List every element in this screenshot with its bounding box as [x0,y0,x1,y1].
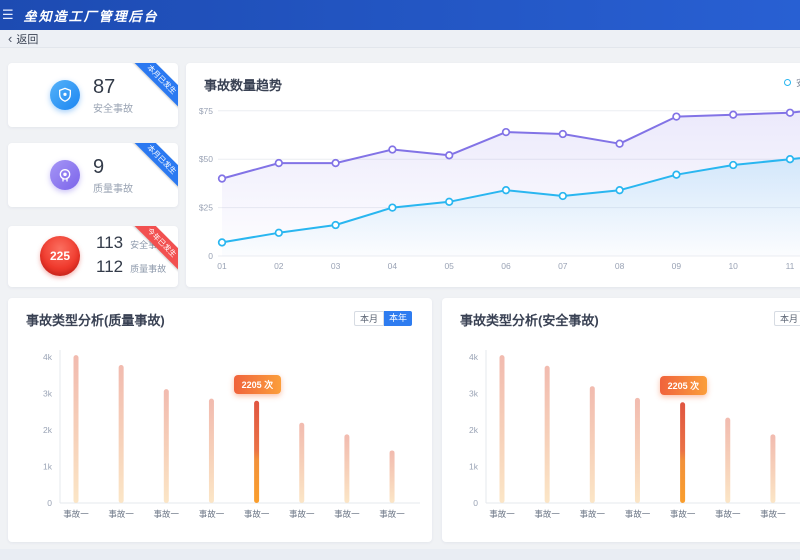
bar-tooltip: 2205 次 [660,376,708,395]
svg-text:07: 07 [558,261,568,271]
svg-text:1k: 1k [469,462,479,472]
svg-text:1k: 1k [43,462,53,472]
svg-text:4k: 4k [43,352,53,362]
svg-text:事故一: 事故一 [244,509,270,519]
safety-bar-chart[interactable]: 01k2k3k4k事故一事故一事故一事故一事故一事故一事故一事故一 [442,298,800,542]
svg-text:事故一: 事故一 [489,509,515,519]
app-header: ☰ 垒知造工厂管理后台 [0,0,800,30]
svg-text:0: 0 [473,498,478,508]
footer-strip [0,549,800,560]
svg-text:事故一: 事故一 [534,509,560,519]
year-quality-label: 质量事故 [130,262,166,275]
ribbon-holder: 本月已发生 [126,143,178,195]
ribbon-badge: 本月已发生 [132,63,178,109]
ribbon-holder: 本月已发生 [126,63,178,115]
trend-panel: 事故数量趋势 安全事故 质量事故 0$25$50$750102030405060… [186,63,800,287]
svg-text:01: 01 [217,261,227,271]
svg-text:事故一: 事故一 [670,509,696,519]
chevron-left-icon: ‹ [8,32,12,45]
total-badge: 225 [40,236,80,276]
trend-line-chart[interactable]: 0$25$50$75010203040506070809101112 [186,63,800,287]
stat-card-safety-month: 87 安全事故 本月已发生 [8,63,178,127]
app-title: 垒知造工厂管理后台 [24,6,159,25]
svg-text:03: 03 [331,261,341,271]
svg-text:事故一: 事故一 [580,509,606,519]
svg-text:2k: 2k [43,425,53,435]
svg-text:2k: 2k [469,425,479,435]
safety-month-value: 87 [93,76,133,98]
svg-text:0: 0 [208,251,213,261]
svg-text:事故一: 事故一 [154,509,180,519]
svg-text:事故一: 事故一 [625,509,651,519]
svg-text:08: 08 [615,261,625,271]
svg-text:事故一: 事故一 [108,509,134,519]
back-button[interactable]: ‹ 返回 [8,31,38,47]
back-label: 返回 [16,31,38,47]
svg-text:事故一: 事故一 [760,509,786,519]
svg-text:0: 0 [47,498,52,508]
year-safety-row: 113 安全事故 [96,233,166,257]
year-safety-value: 113 [96,233,123,253]
medal-icon [50,160,80,190]
svg-text:06: 06 [501,261,511,271]
type-panel-quality: 事故类型分析(质量事故) 本月 本年 01k2k3k4k事故一事故一事故一事故一… [8,298,432,542]
ribbon-badge: 本月已发生 [132,143,178,189]
year-quality-row: 112 质量事故 [96,257,166,281]
safety-month-label: 安全事故 [93,100,133,115]
svg-text:05: 05 [444,261,454,271]
svg-text:3k: 3k [43,389,53,399]
svg-text:$75: $75 [199,106,213,116]
quality-month-value: 9 [93,156,133,178]
dashboard-page: ☰ 垒知造工厂管理后台 ‹ 返回 87 安全事故 本月已发生 [0,0,800,560]
stat-card-year-total: 225 113 安全事故 112 质量事故 今年已发生 [8,226,178,287]
year-quality-value: 112 [96,257,123,277]
svg-text:$25: $25 [199,203,213,213]
quality-bar-chart[interactable]: 0 1k 2k 3k 4k 事故一 事故一 事故一 事故一 事故一 事故一 事故一 事故一 [8,298,432,542]
svg-text:事故一: 事故一 [334,509,360,519]
shield-icon [50,80,80,110]
svg-text:09: 09 [672,261,682,271]
svg-text:10: 10 [728,261,738,271]
svg-text:3k: 3k [469,389,479,399]
svg-text:事故一: 事故一 [379,509,405,519]
svg-text:事故一: 事故一 [63,509,89,519]
year-safety-label: 安全事故 [130,238,166,251]
bar-tooltip: 2205 次 [234,375,282,394]
svg-text:4k: 4k [469,352,479,362]
svg-text:04: 04 [388,261,398,271]
svg-text:$50: $50 [199,154,213,164]
type-panel-safety: 事故类型分析(安全事故) 本月 本年 01k2k3k4k事故一事故一事故一事故一… [442,298,800,542]
back-bar: ‹ 返回 [0,30,800,48]
stat-card-quality-month: 9 质量事故 本月已发生 [8,143,178,207]
hamburger-menu-icon[interactable]: ☰ [2,0,14,30]
svg-text:11: 11 [786,261,795,271]
svg-text:事故一: 事故一 [199,509,225,519]
svg-text:02: 02 [274,261,284,271]
svg-text:事故一: 事故一 [715,509,741,519]
quality-month-label: 质量事故 [93,180,133,195]
svg-text:事故一: 事故一 [289,509,315,519]
